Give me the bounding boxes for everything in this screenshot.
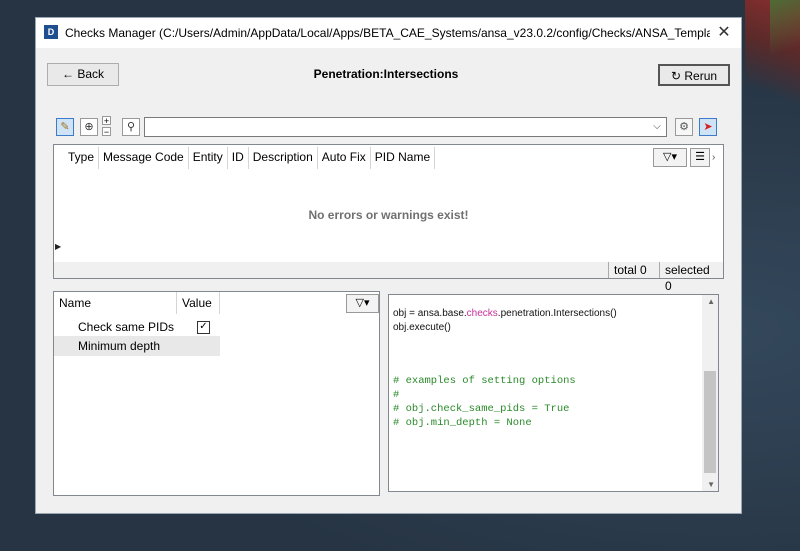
cursor-icon[interactable]: ➤ <box>699 118 717 136</box>
column-header-id[interactable]: ID <box>228 147 249 169</box>
results-table: Type Message Code Entity ID Description … <box>53 144 724 278</box>
title-bar[interactable]: D Checks Manager (C:/Users/Admin/AppData… <box>36 18 741 48</box>
code-comment: # obj.check_same_pids = True <box>393 402 570 415</box>
code-keyword: checks <box>466 308 498 319</box>
column-header-name[interactable]: Name <box>54 292 177 314</box>
code-comment: # examples of setting options <box>393 375 576 388</box>
filter-icon: ▽▾ <box>355 297 370 309</box>
options-filter-button[interactable]: ▽▾ <box>346 294 379 313</box>
pick-icon[interactable]: ✎ <box>56 118 74 136</box>
results-table-header: Type Message Code Entity ID Description … <box>64 147 436 169</box>
code-text: obj = ansa.base.checks.penetration.Inter… <box>393 307 698 430</box>
rerun-button-label: Rerun <box>684 69 718 83</box>
option-row-minimum-depth[interactable]: Minimum depth <box>54 336 220 356</box>
option-label: Minimum depth <box>78 339 161 353</box>
chevron-down-icon[interactable]: ⌵ <box>650 119 664 135</box>
scrollbar-thumb[interactable] <box>704 371 716 473</box>
code-line: obj = ansa.base.checks.penetration.Inter… <box>393 308 617 319</box>
close-icon: ✕ <box>717 24 731 41</box>
results-status-bar: total 0 selected 0 <box>53 262 724 293</box>
option-label: Check same PIDs <box>78 320 175 334</box>
filter-icon: ▽▾ <box>663 151 677 163</box>
back-button-label: Back <box>77 67 105 81</box>
search-input[interactable] <box>144 117 667 137</box>
gear-icon[interactable]: ⚙ <box>675 118 693 136</box>
zoom-icon[interactable]: ⊕ <box>80 118 98 136</box>
column-header-pid-name[interactable]: PID Name <box>371 147 436 169</box>
column-header-entity[interactable]: Entity <box>189 147 228 169</box>
search-icon[interactable]: ⚲ <box>122 118 140 136</box>
code-editor[interactable]: obj = ansa.base.checks.penetration.Inter… <box>388 294 719 492</box>
total-count: total 0 <box>608 262 652 278</box>
back-button[interactable]: ← Back <box>47 63 119 86</box>
options-header: Name Value <box>54 292 220 314</box>
refresh-icon: ↻ <box>670 69 682 83</box>
options-panel: Name Value ▽▾ Check same PIDs ✓ Minimum … <box>53 291 380 496</box>
code-scrollbar[interactable]: ▲ ▼ <box>702 295 718 491</box>
expand-left-icon[interactable]: ▶ <box>55 241 63 253</box>
plus-icon[interactable]: + <box>102 116 111 126</box>
column-header-auto-fix[interactable]: Auto Fix <box>318 147 371 169</box>
column-header-description[interactable]: Description <box>249 147 318 169</box>
desktop-background-shape-green <box>770 0 800 60</box>
scroll-right-icon[interactable]: › <box>712 148 722 167</box>
column-header-type[interactable]: Type <box>64 147 100 169</box>
code-comment: # obj.min_depth = None <box>393 416 532 429</box>
checks-manager-window: D Checks Manager (C:/Users/Admin/AppData… <box>35 17 742 514</box>
columns-button[interactable]: ☰ <box>690 148 710 167</box>
list-icon: ☰ <box>695 151 705 163</box>
option-row-check-same-pids[interactable]: Check same PIDs ✓ <box>54 317 220 337</box>
code-line: obj.execute() <box>393 321 451 333</box>
filter-button[interactable]: ▽▾ <box>653 148 687 167</box>
ansa-app-icon: D <box>44 25 58 39</box>
back-arrow-icon: ← <box>61 67 74 81</box>
rerun-button[interactable]: ↻ Rerun <box>658 64 730 86</box>
minus-icon[interactable]: − <box>102 127 111 137</box>
scroll-up-icon[interactable]: ▲ <box>707 297 715 306</box>
check-same-pids-checkbox[interactable]: ✓ <box>197 321 210 334</box>
scroll-down-icon[interactable]: ▼ <box>707 480 715 489</box>
column-header-message-code[interactable]: Message Code <box>99 147 189 169</box>
code-comment: # <box>393 389 400 402</box>
window-title: Checks Manager (C:/Users/Admin/AppData/L… <box>65 26 710 40</box>
column-header-value[interactable]: Value <box>177 292 220 314</box>
selected-count: selected 0 <box>659 262 723 293</box>
page-title: Penetration:Intersections <box>313 67 459 81</box>
close-button[interactable]: ✕ <box>711 22 737 44</box>
empty-results-message: No errors or warnings exist! <box>308 208 469 222</box>
